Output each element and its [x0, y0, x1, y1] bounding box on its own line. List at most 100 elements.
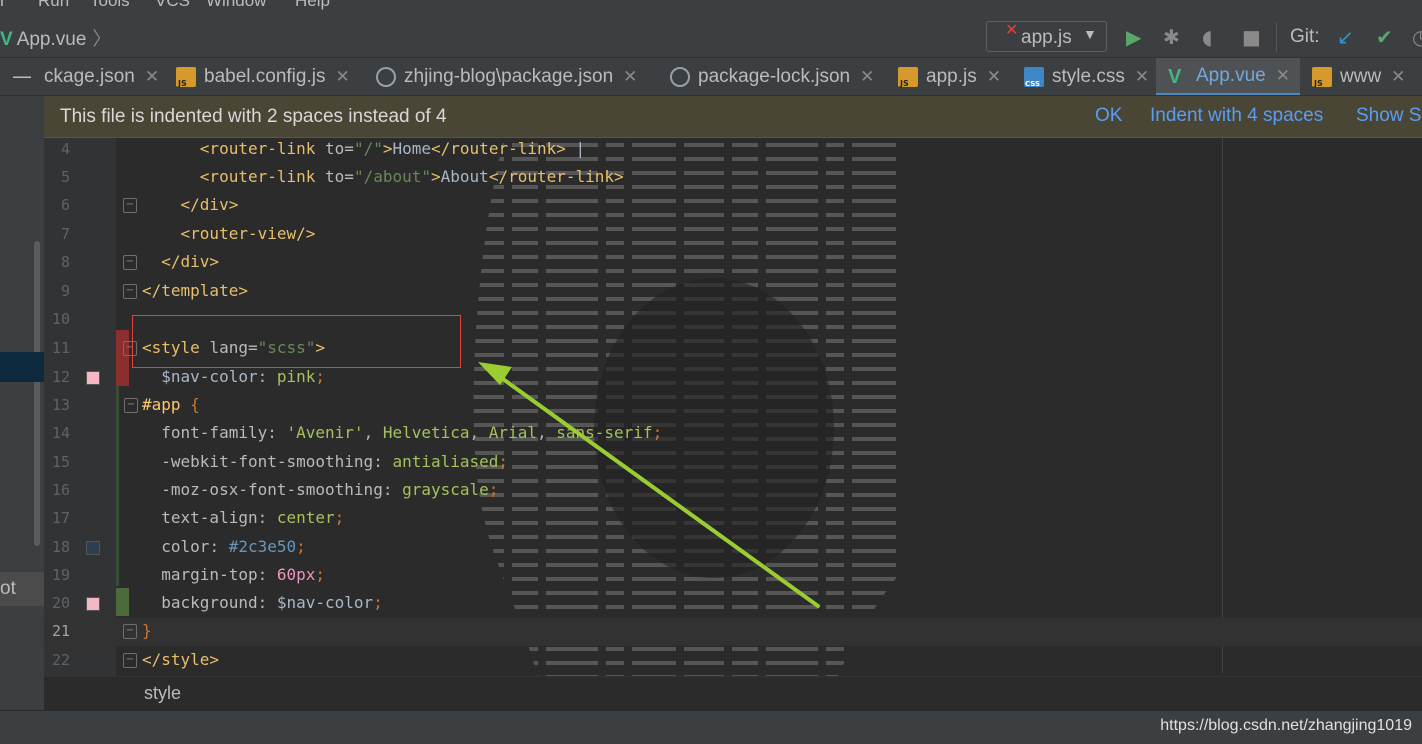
show-settings-link[interactable]: Show Se — [1356, 105, 1422, 127]
nav-breadcrumb[interactable]: V App.vue 〉 — [0, 24, 111, 51]
tab-zhjing-package-json[interactable]: zhjing-blog\package.json ✕ — [376, 58, 656, 95]
menu-item-vcs[interactable]: VCS — [155, 0, 190, 11]
code-text: font-family: 'Avenir', Helvetica, Arial,… — [161, 423, 663, 442]
tree-item[interactable]: ot — [0, 572, 44, 606]
tab-label: style.css — [1052, 66, 1125, 87]
tab-package-lock-json[interactable]: package-lock.json ✕ — [670, 58, 886, 95]
coverage-icon[interactable]: ◖ — [1202, 26, 1213, 48]
tab-label: App.vue — [1196, 64, 1266, 86]
close-icon[interactable]: ✕ — [1391, 67, 1405, 87]
notification-message: This file is indented with 2 spaces inst… — [60, 106, 447, 127]
fold-icon[interactable]: − — [123, 198, 137, 213]
code-text: $nav-color: pink; — [161, 367, 326, 386]
fold-icon[interactable]: − — [123, 284, 137, 299]
code-text: </div> — [180, 195, 239, 214]
line-number: 19 — [51, 566, 70, 584]
tab-app-js[interactable]: app.js ✕ — [898, 58, 1008, 95]
scrollbar[interactable] — [34, 241, 40, 546]
close-icon[interactable]: ✕ — [1276, 66, 1290, 86]
breadcrumb-item-style[interactable]: style — [144, 683, 181, 704]
code-text: color: #2c3e50; — [161, 537, 306, 556]
tab-label: babel.config.js — [204, 66, 326, 87]
code-line: 13 − #app { — [44, 392, 1422, 420]
line-number: 8 — [60, 253, 70, 271]
vcs-update-icon[interactable]: ↙ — [1337, 26, 1354, 48]
code-line: 7 <router-view/> — [44, 221, 1422, 249]
tab-package-json[interactable]: ckage.json ✕ — [44, 58, 162, 95]
code-text: -webkit-font-smoothing: antialiased; — [161, 452, 509, 471]
line-number: 6 — [60, 196, 70, 214]
menu-bar: r Run Tools VCS Window Help — [0, 0, 1422, 14]
line-number: 12 — [51, 368, 70, 386]
line-number: 5 — [60, 168, 70, 186]
code-line: 6 − </div> — [44, 192, 1422, 220]
indent-with-4-spaces-link[interactable]: Indent with 4 spaces — [1150, 105, 1323, 127]
menu-item-run[interactable]: Run — [38, 0, 69, 11]
stop-icon[interactable]: ■ — [1242, 26, 1261, 48]
run-icon[interactable]: ▶ — [1126, 26, 1141, 48]
line-number: 18 — [51, 538, 70, 556]
code-line-current: 21 −} — [44, 618, 1422, 646]
debug-bug-icon[interactable]: ✱ — [1163, 26, 1180, 48]
tab-www[interactable]: www ✕ — [1312, 58, 1422, 95]
code-editor[interactable]: 4 <router-link to="/">Home</router-link>… — [44, 138, 1422, 710]
fold-icon[interactable]: − — [123, 255, 137, 270]
fold-icon[interactable]: − — [124, 398, 138, 413]
git-label: Git: — [1290, 26, 1320, 47]
close-icon[interactable]: ✕ — [145, 67, 159, 87]
code-line: 17 text-align: center; — [44, 505, 1422, 533]
toolbar-divider — [1276, 22, 1277, 52]
close-icon[interactable]: ✕ — [1135, 67, 1149, 87]
line-number: 11 — [51, 339, 70, 357]
color-swatch-pink[interactable] — [86, 371, 100, 385]
vcs-history-icon[interactable]: ◷ — [1412, 26, 1422, 48]
code-text: <router-link to="/about">About</router-l… — [199, 167, 624, 186]
color-swatch-pink[interactable] — [86, 597, 100, 611]
close-icon[interactable]: ✕ — [987, 67, 1001, 87]
menu-item-help[interactable]: Help — [295, 0, 330, 11]
color-swatch-dark[interactable] — [86, 541, 100, 555]
vue-file-icon: V — [0, 29, 13, 50]
selected-tree-item[interactable] — [0, 352, 44, 382]
watermark-url: https://blog.csdn.net/zhangjing1019 — [1160, 717, 1412, 734]
ok-link[interactable]: OK — [1095, 105, 1122, 127]
fold-icon[interactable]: − — [123, 653, 137, 668]
tab-style-css[interactable]: style.css ✕ — [1024, 58, 1150, 95]
menu-item-fragment[interactable]: r — [0, 0, 6, 11]
vcs-commit-check-icon[interactable]: ✔ — [1376, 26, 1393, 48]
code-line: 8 − </div> — [44, 249, 1422, 277]
close-icon[interactable]: ✕ — [335, 67, 349, 87]
menu-item-window[interactable]: Window — [206, 0, 266, 11]
code-line: 12 $nav-color: pink; — [44, 364, 1422, 392]
navigation-toolbar: V App.vue 〉 ✕ app.js ▼ ▶ ✱ ◖ ■ Git: ↙ ✔ ◷ — [0, 14, 1422, 58]
tab-label: package-lock.json — [698, 66, 851, 87]
code-text: <router-view/> — [180, 224, 316, 243]
tab-app-vue[interactable]: V App.vue ✕ — [1156, 58, 1300, 95]
vue-file-icon: V — [1168, 65, 1182, 88]
line-number: 16 — [51, 481, 70, 499]
run-config-select[interactable]: ✕ app.js ▼ — [986, 21, 1107, 52]
code-text: </div> — [161, 252, 220, 271]
code-line: 5 <router-link to="/about">About</router… — [44, 164, 1422, 192]
caret-down-icon: ▼ — [1083, 26, 1097, 42]
line-number: 14 — [51, 424, 70, 442]
minimize-icon[interactable]: — — [12, 64, 32, 88]
code-text: -moz-osx-font-smoothing: grayscale; — [161, 480, 499, 499]
tab-babel-config[interactable]: babel.config.js ✕ — [176, 58, 361, 95]
close-icon[interactable]: ✕ — [860, 67, 874, 87]
editor-breadcrumb: style — [44, 676, 1422, 710]
fold-icon[interactable]: − — [123, 624, 137, 639]
code-text: text-align: center; — [161, 508, 345, 527]
indent-notification-bar: This file is indented with 2 spaces inst… — [44, 96, 1422, 138]
run-config-label: app.js — [1021, 27, 1072, 48]
line-number: 15 — [51, 453, 70, 471]
code-text: #app { — [142, 395, 200, 414]
close-icon[interactable]: ✕ — [623, 67, 637, 87]
css-file-icon — [1024, 67, 1044, 88]
tab-label: app.js — [926, 66, 977, 87]
code-line: 19 margin-top: 60px; — [44, 562, 1422, 590]
line-number: 17 — [51, 509, 70, 527]
chevron-right-icon: 〉 — [92, 29, 112, 50]
menu-item-tools[interactable]: Tools — [90, 0, 130, 11]
code-text: <router-link to="/">Home</router-link> | — [199, 139, 586, 158]
